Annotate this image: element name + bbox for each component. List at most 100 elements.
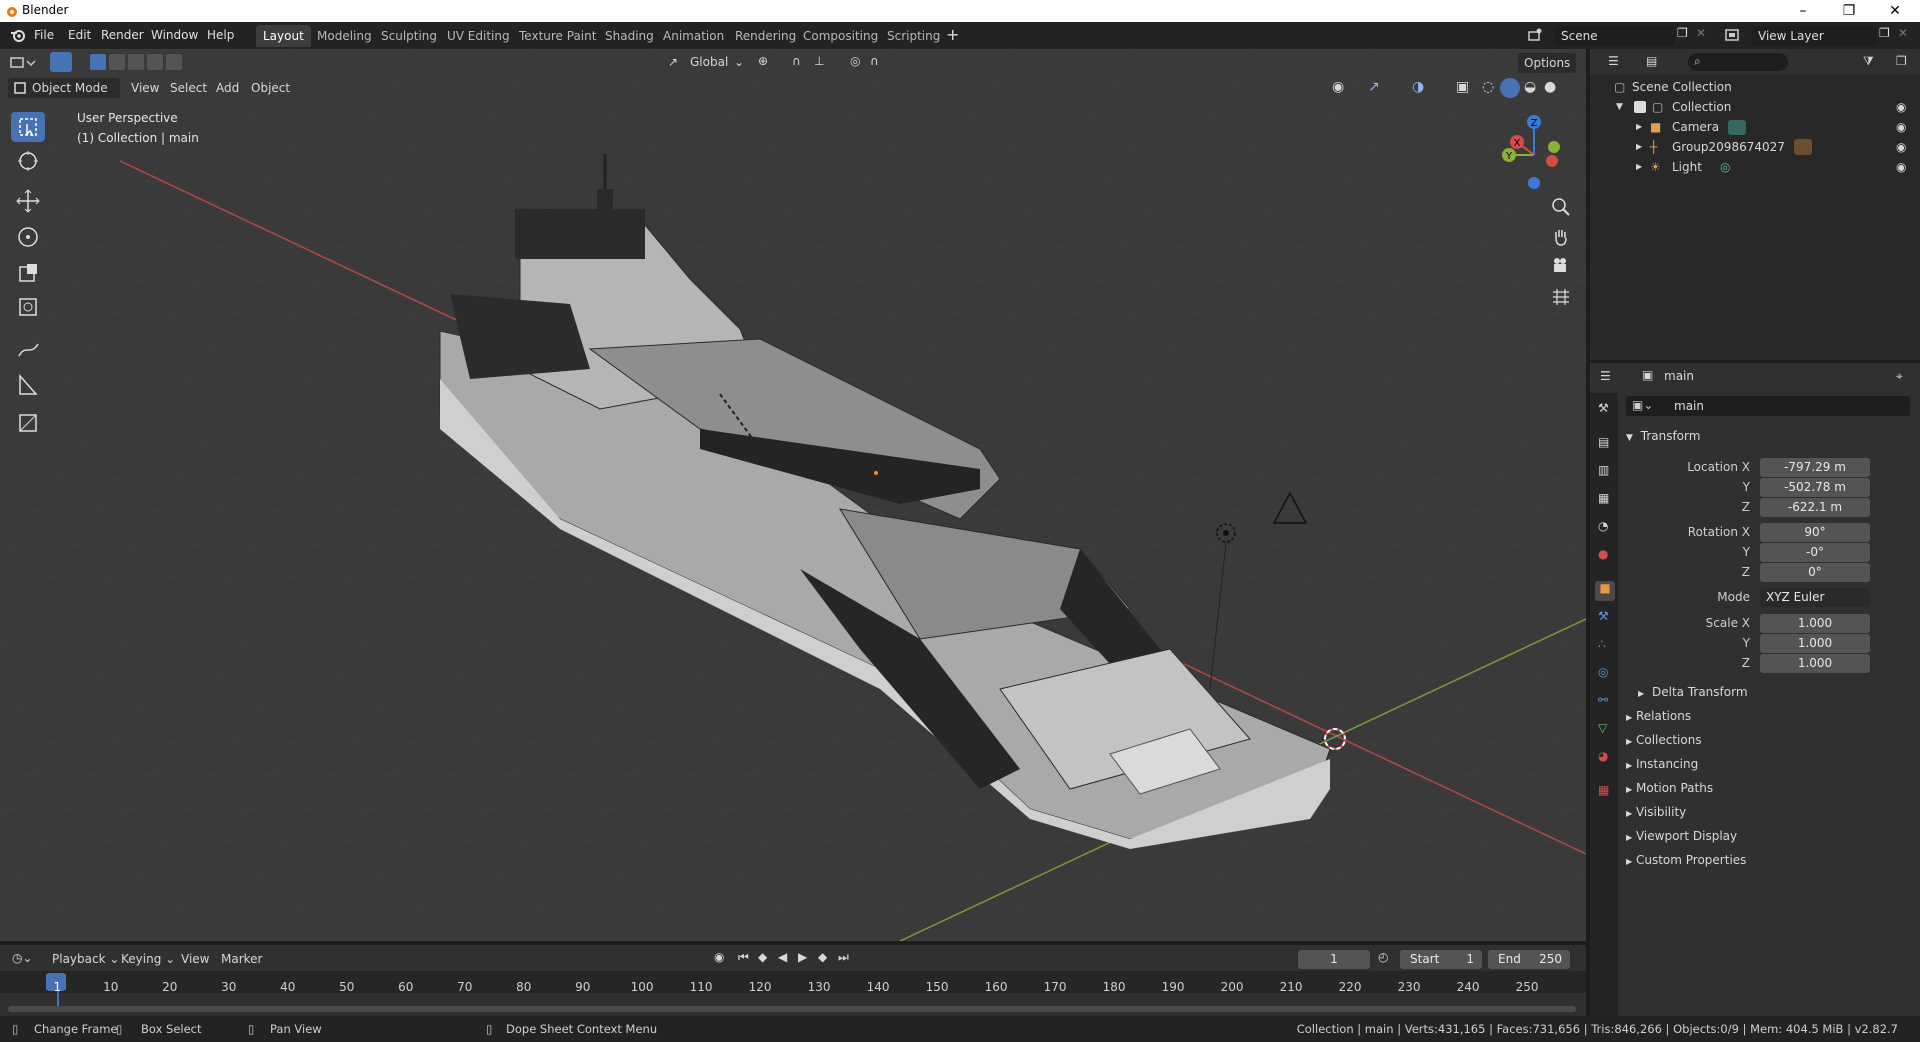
gizmo-toggle-icon[interactable]: ↗	[1368, 79, 1380, 95]
wireframe-shading-icon[interactable]: ◌	[1482, 79, 1494, 95]
tool-tab-icon[interactable]: ⚒	[1598, 401, 1609, 415]
eye-icon[interactable]: ◉	[1896, 137, 1906, 157]
delta-transform-subpanel[interactable]: ▶ Delta Transform	[1638, 685, 1748, 699]
scene-name-field[interactable]: Scene	[1555, 26, 1675, 46]
scale-x-field[interactable]: 1.000	[1760, 614, 1870, 633]
menu-view[interactable]: View	[131, 81, 159, 95]
new-scene-icon[interactable]: ❐	[1677, 26, 1688, 40]
properties-editor-icon[interactable]: ☰	[1600, 369, 1611, 383]
location-x-field[interactable]: -797.29 m	[1760, 458, 1870, 477]
end-frame-field[interactable]: End 250	[1488, 950, 1570, 969]
overlays-toggle-icon[interactable]: ◑	[1412, 79, 1424, 95]
scene-tab-icon[interactable]: ◔	[1598, 519, 1608, 533]
motion-paths-panel[interactable]: ▶ Motion Paths	[1626, 781, 1713, 795]
view-layer-tab-icon[interactable]: ▦	[1598, 491, 1609, 505]
tab-rendering[interactable]: Rendering	[728, 25, 803, 47]
menu-help[interactable]: Help	[207, 28, 234, 42]
visibility-panel[interactable]: ▶ Visibility	[1626, 805, 1686, 819]
add-workspace-button[interactable]: +	[946, 25, 959, 44]
location-y-field[interactable]: -502.78 m	[1760, 478, 1870, 497]
scale-y-field[interactable]: 1.000	[1760, 634, 1870, 653]
ortho-grid-icon[interactable]	[1548, 284, 1574, 310]
scale-tool-icon[interactable]	[11, 258, 45, 288]
checkbox-icon[interactable]	[1634, 101, 1646, 113]
tab-compositing[interactable]: Compositing	[796, 25, 885, 47]
select-tool-icon[interactable]	[50, 52, 72, 72]
particles-tab-icon[interactable]: ∴	[1598, 637, 1606, 651]
disclosure-triangle-icon[interactable]: ▶	[1636, 157, 1642, 177]
current-frame-field[interactable]: 1	[1298, 950, 1370, 969]
close-button[interactable]: ✕	[1872, 0, 1918, 22]
navigation-gizmo[interactable]: Z Y X	[1492, 113, 1572, 193]
view-layer-field[interactable]: View Layer	[1752, 26, 1877, 46]
transform-tool-icon[interactable]	[11, 292, 45, 322]
blender-menu-icon[interactable]	[10, 28, 25, 43]
custom-properties-panel[interactable]: ▶ Custom Properties	[1626, 853, 1746, 867]
xray-toggle-icon[interactable]: ▣	[1456, 79, 1469, 95]
play-reverse-icon[interactable]: ◀	[778, 950, 787, 964]
outliner-row-scene-collection[interactable]: ▢ Scene Collection	[1590, 77, 1920, 97]
select-invert-icon[interactable]	[147, 54, 163, 70]
select-box-tool-icon[interactable]	[11, 112, 45, 142]
outliner-row-collection[interactable]: ▼ ▢ Collection ◉	[1590, 97, 1920, 117]
stopwatch-icon[interactable]: ◴	[1378, 950, 1388, 964]
location-z-field[interactable]: -622.1 m	[1760, 498, 1870, 517]
timeline-menu-playback[interactable]: Playback ⌄	[52, 952, 119, 966]
snap-target-icon[interactable]: ⊥	[814, 54, 824, 68]
eye-icon[interactable]: ◉	[1896, 117, 1906, 137]
disclosure-triangle-icon[interactable]: ▼	[1616, 97, 1623, 117]
selection-mode-buttons[interactable]	[90, 54, 182, 70]
render-tab-icon[interactable]: ▤	[1598, 435, 1609, 449]
start-frame-field[interactable]: Start 1	[1400, 950, 1482, 969]
tab-modeling[interactable]: Modeling	[310, 25, 379, 47]
scene-icon[interactable]	[1527, 27, 1543, 43]
eye-icon[interactable]: ◉	[1896, 157, 1906, 177]
outliner-row-camera[interactable]: ▶ ■ Camera ◉	[1590, 117, 1920, 137]
minimize-button[interactable]: –	[1780, 0, 1826, 22]
timeline-scrollbar[interactable]	[8, 1006, 1576, 1012]
viewport-display-panel[interactable]: ▶ Viewport Display	[1626, 829, 1737, 843]
instancing-panel[interactable]: ▶ Instancing	[1626, 757, 1698, 771]
outliner-filter-icon[interactable]: ▤	[1646, 54, 1657, 68]
new-view-layer-icon[interactable]: ❐	[1879, 26, 1890, 40]
material-shading-icon[interactable]: ◒	[1524, 79, 1536, 95]
scale-z-field[interactable]: 1.000	[1760, 654, 1870, 673]
menu-window[interactable]: Window	[151, 28, 198, 42]
view-layer-icon[interactable]	[1724, 27, 1740, 43]
options-dropdown[interactable]: Options	[1518, 53, 1577, 73]
tab-animation[interactable]: Animation	[656, 25, 731, 47]
move-tool-icon[interactable]	[11, 186, 45, 216]
collections-panel[interactable]: ▶ Collections	[1626, 733, 1702, 747]
timeline-menu-marker[interactable]: Marker	[221, 952, 262, 966]
3d-viewport[interactable]	[0, 49, 1586, 941]
delete-view-layer-icon[interactable]: ✕	[1898, 26, 1908, 40]
menu-file[interactable]: File	[34, 28, 54, 42]
measure-tool-icon[interactable]	[11, 370, 45, 400]
modifier-tab-icon[interactable]: ⚒	[1598, 609, 1609, 623]
record-icon[interactable]: ◉	[714, 950, 724, 964]
disclosure-triangle-icon[interactable]: ▶	[1636, 137, 1642, 157]
select-intersect-icon[interactable]	[166, 54, 182, 70]
outliner-row-light[interactable]: ▶ ☀ Light ◎ ◉	[1590, 157, 1920, 177]
pivot-point-icon[interactable]: ⊕	[758, 54, 768, 68]
output-tab-icon[interactable]: ▥	[1598, 463, 1609, 477]
menu-add[interactable]: Add	[216, 81, 239, 95]
next-keyframe-icon[interactable]: ◆	[818, 950, 827, 964]
menu-edit[interactable]: Edit	[68, 28, 91, 42]
pan-hand-icon[interactable]	[1548, 224, 1574, 250]
transform-orientation-dropdown[interactable]: Global	[690, 55, 728, 69]
tab-texture-paint[interactable]: Texture Paint	[512, 25, 603, 47]
cursor-tool-icon[interactable]	[11, 146, 45, 176]
tab-sculpting[interactable]: Sculpting	[374, 25, 444, 47]
proportional-edit-icon[interactable]: ◎	[850, 54, 860, 68]
jump-start-icon[interactable]: ⏮	[738, 950, 749, 965]
new-collection-icon[interactable]: ❐	[1896, 54, 1907, 68]
zoom-icon[interactable]	[1548, 194, 1574, 220]
rendered-shading-icon[interactable]: ●	[1544, 79, 1556, 95]
pin-icon[interactable]: ⌖	[1896, 369, 1903, 384]
prev-keyframe-icon[interactable]: ◆	[758, 950, 767, 964]
timeline-menu-view[interactable]: View	[181, 952, 209, 966]
rotation-mode-dropdown[interactable]: XYZ Euler	[1760, 588, 1870, 607]
jump-end-icon[interactable]: ⏭	[838, 950, 849, 965]
tab-uv-editing[interactable]: UV Editing	[440, 25, 517, 47]
